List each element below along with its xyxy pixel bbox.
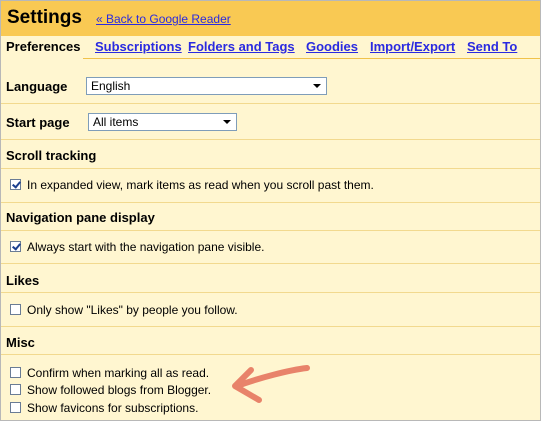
- divider: [1, 354, 540, 355]
- language-selected-value: English: [91, 79, 131, 93]
- divider: [1, 326, 540, 327]
- settings-tabs: Preferences Subscriptions Folders and Ta…: [1, 36, 540, 58]
- checkbox-unchecked[interactable]: [10, 402, 21, 413]
- chevron-down-icon: [223, 120, 231, 124]
- tab-import-export[interactable]: Import/Export: [370, 36, 455, 58]
- tab-preferences[interactable]: Preferences: [1, 36, 83, 58]
- divider: [1, 292, 540, 293]
- misc-heading: Misc: [6, 335, 35, 350]
- header-bar: Settings « Back to Google Reader: [1, 1, 540, 36]
- scroll-tracking-option-label: In expanded view, mark items as read whe…: [27, 178, 374, 192]
- tab-send-to[interactable]: Send To: [467, 36, 517, 58]
- checkbox-unchecked[interactable]: [10, 384, 21, 395]
- misc-option-label: Show followed blogs from Blogger.: [27, 383, 212, 397]
- misc-option-label: Confirm when marking all as read.: [27, 366, 210, 380]
- chevron-down-icon: [313, 84, 321, 88]
- tab-goodies[interactable]: Goodies: [306, 36, 358, 58]
- likes-heading: Likes: [6, 273, 40, 288]
- checkbox-checked[interactable]: [10, 179, 21, 190]
- likes-option-label: Only show "Likes" by people you follow.: [27, 303, 238, 317]
- tab-folders-and-tags[interactable]: Folders and Tags: [188, 36, 295, 58]
- navigation-pane-heading: Navigation pane display: [6, 210, 155, 225]
- divider: [1, 230, 540, 231]
- settings-window: Settings « Back to Google Reader Prefere…: [0, 0, 541, 421]
- checkbox-unchecked[interactable]: [10, 367, 21, 378]
- tab-subscriptions[interactable]: Subscriptions: [95, 36, 182, 58]
- divider: [1, 139, 540, 140]
- start-page-label: Start page: [6, 115, 70, 130]
- language-select[interactable]: English: [86, 77, 327, 95]
- start-page-select[interactable]: All items: [88, 113, 237, 131]
- scroll-tracking-heading: Scroll tracking: [6, 148, 97, 163]
- language-label: Language: [6, 79, 68, 94]
- start-page-selected-value: All items: [93, 115, 139, 129]
- navigation-pane-option-label: Always start with the navigation pane vi…: [27, 240, 265, 254]
- divider: [1, 103, 540, 104]
- back-to-reader-link[interactable]: « Back to Google Reader: [96, 12, 231, 26]
- divider: [1, 263, 540, 264]
- page-title: Settings: [7, 7, 82, 28]
- divider: [1, 168, 540, 169]
- tab-underline: [83, 58, 540, 59]
- annotation-arrow-icon: [232, 365, 310, 403]
- divider: [1, 202, 540, 203]
- checkbox-checked[interactable]: [10, 241, 21, 252]
- checkbox-unchecked[interactable]: [10, 304, 21, 315]
- misc-option-label: Show favicons for subscriptions.: [27, 401, 199, 415]
